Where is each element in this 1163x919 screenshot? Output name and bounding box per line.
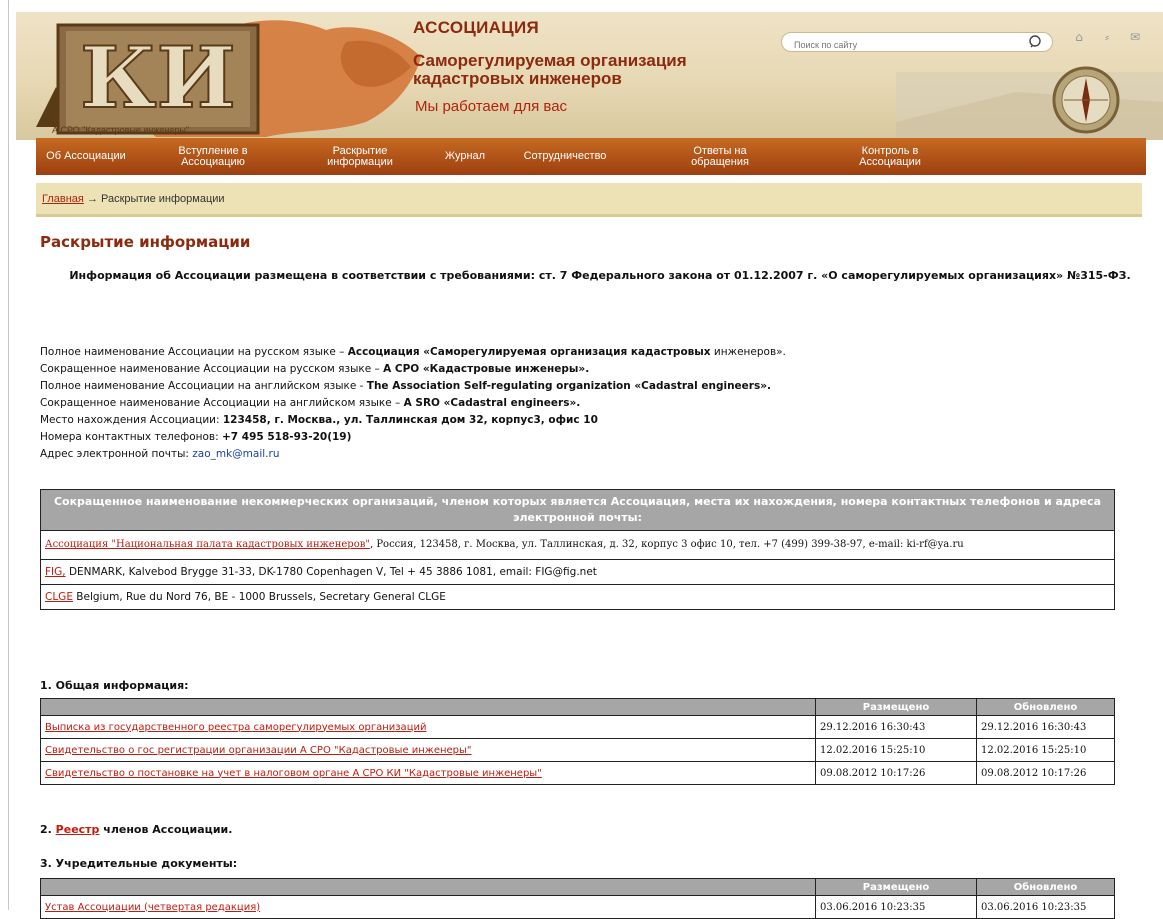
org-link[interactable]: FIG,: [45, 566, 66, 578]
breadcrumb-separator: →: [86, 193, 98, 205]
section-registry: 2. Реестр членов Ассоциации.: [40, 823, 232, 836]
short-name-ru-value: А СРО «Кадастровые инженеры».: [383, 363, 590, 375]
search-input[interactable]: [792, 39, 1016, 51]
main-nav: Об Ассоциации Вступление в Ассоциацию Ра…: [36, 138, 1146, 175]
section-registry-prefix: 2.: [40, 823, 56, 836]
section-registry-suffix: членов Ассоциации.: [99, 823, 233, 836]
address-label: Место нахождения Ассоциации:: [40, 414, 223, 426]
email-label: Адрес электронной почты:: [40, 448, 193, 460]
col-updated: Обновлено: [976, 698, 1115, 716]
nav-item-disclosure[interactable]: Раскрытие информации: [290, 145, 430, 168]
mail-icon[interactable]: ✉: [1126, 30, 1144, 44]
table-row: Свидетельство о гос регистрации организа…: [40, 738, 1115, 762]
logo-caption: А СРО "Кадастровые инженеры": [52, 125, 190, 135]
org-link[interactable]: Ассоциация "Национальная палата кадастро…: [45, 539, 370, 550]
org-details: , Россия, 123458, г. Москва, ул. Таллинс…: [369, 539, 964, 550]
col-document: [40, 698, 816, 716]
document-link[interactable]: Устав Ассоциации (четвертая редакция): [45, 902, 260, 913]
page-left-border: [8, 0, 9, 910]
registry-link[interactable]: Реестр: [56, 823, 100, 836]
placed-date: 29.12.2016 16:30:43: [815, 715, 977, 739]
compass-decoration: [896, 66, 1163, 140]
page-title: Раскрытие информации: [40, 233, 251, 251]
org-details: Belgium, Rue du Nord 76, BE - 1000 Bruss…: [72, 591, 446, 603]
short-name-ru-label: Сокращенное наименование Ассоциации на р…: [40, 363, 384, 375]
general-docs-table: Размещено Обновлено Выписка из государст…: [40, 698, 1115, 785]
table-row: CLGE Belgium, Rue du Nord 76, BE - 1000 …: [40, 584, 1115, 610]
document-link[interactable]: Свидетельство о гос регистрации организа…: [45, 745, 472, 756]
full-name-ru-label: Полное наименование Ассоциации на русско…: [40, 346, 348, 358]
document-link[interactable]: Свидетельство о постановке на учет в нал…: [45, 768, 542, 779]
breadcrumb: Главная → Раскрытие информации: [36, 183, 1142, 217]
col-placed: Размещено: [815, 698, 977, 716]
short-name-ru: Сокращенное наименование Ассоциации на р…: [40, 361, 786, 378]
col-updated: Обновлено: [976, 878, 1115, 896]
document-link[interactable]: Выписка из государственного реестра само…: [45, 722, 427, 733]
col-placed: Размещено: [815, 878, 977, 896]
association-info: Полное наименование Ассоциации на русско…: [40, 344, 786, 463]
short-name-en-label: Сокращенное наименование Ассоциации на а…: [40, 397, 404, 409]
home-icon[interactable]: ⌂: [1070, 30, 1088, 44]
header-icons: ⌂ ⸗ ✉: [1070, 30, 1144, 44]
phone-label: Номера контактных телефонов:: [40, 431, 222, 443]
table-row: Выписка из государственного реестра само…: [40, 715, 1115, 739]
placed-date: 03.06.2016 10:23:35: [815, 895, 977, 919]
table-row: FIG, DENMARK, Kalvebod Brygge 31-33, DK-…: [40, 559, 1115, 585]
memberships-table-header: Сокращенное наименование некоммерческих …: [40, 489, 1115, 531]
full-name-en: Полное наименование Ассоциации на англий…: [40, 378, 786, 395]
table-row: Свидетельство о постановке на учет в нал…: [40, 761, 1115, 785]
updated-date: 09.08.2012 10:17:26: [976, 761, 1115, 785]
site-header: КИ А СРО "Кадастровые инженеры" АССОЦИАЦ…: [16, 12, 1163, 140]
table-row: Ассоциация "Национальная палата кадастро…: [40, 530, 1115, 560]
full-name-ru-tail: инженеров».: [710, 346, 786, 358]
site-slogan: Мы работаем для вас: [415, 98, 568, 115]
search-icon[interactable]: [1028, 34, 1044, 50]
intro-text: Информация об Ассоциации размещена в соо…: [69, 269, 1131, 282]
sitemap-icon[interactable]: ⸗: [1098, 30, 1116, 44]
phone: Номера контактных телефонов: +7 495 518-…: [40, 429, 786, 446]
email-link[interactable]: zao_mk@mail.ru: [192, 448, 279, 460]
org-details: DENMARK, Kalvebod Brygge 31-33, DK-1780 …: [65, 566, 597, 578]
founding-docs-table: Размещено Обновлено Устав Ассоциации (че…: [40, 878, 1115, 919]
section-general-title: 1. Общая информация:: [40, 679, 189, 692]
memberships-table: Сокращенное наименование некоммерческих …: [40, 489, 1115, 610]
full-name-ru: Полное наименование Ассоциации на русско…: [40, 344, 786, 361]
full-name-en-label: Полное наименование Ассоциации на англий…: [40, 380, 367, 392]
nav-item-responses[interactable]: Ответы на обращения: [630, 145, 810, 168]
address-value: 123458, г. Москва., ул. Таллинская дом 3…: [222, 414, 598, 426]
logo-text: КИ: [80, 28, 236, 127]
short-name-en-value: A SRO «Cadastral engineers».: [403, 397, 581, 409]
updated-date: 12.02.2016 15:25:10: [976, 738, 1115, 762]
nav-item-join[interactable]: Вступление в Ассоциацию: [136, 145, 290, 168]
email: Адрес электронной почты: zao_mk@mail.ru: [40, 446, 786, 463]
full-name-ru-value: Ассоциация «Саморегулируемая организация…: [347, 346, 711, 358]
site-title: АССОЦИАЦИЯ: [413, 18, 539, 37]
col-document: [40, 878, 816, 896]
placed-date: 09.08.2012 10:17:26: [815, 761, 977, 785]
short-name-en: Сокращенное наименование Ассоциации на а…: [40, 395, 786, 412]
phone-value: +7 495 518-93-20(19): [222, 431, 352, 443]
org-link[interactable]: CLGE: [45, 591, 73, 603]
breadcrumb-current: Раскрытие информации: [101, 193, 225, 205]
nav-item-about[interactable]: Об Ассоциации: [36, 151, 136, 162]
table-row: Устав Ассоциации (четвертая редакция) 03…: [40, 895, 1115, 919]
placed-date: 12.02.2016 15:25:10: [815, 738, 977, 762]
nav-item-cooperation[interactable]: Сотрудничество: [500, 151, 630, 162]
updated-date: 29.12.2016 16:30:43: [976, 715, 1115, 739]
nav-item-journal[interactable]: Журнал: [430, 151, 500, 162]
search-box: [781, 32, 1053, 52]
nav-item-control[interactable]: Контроль в Ассоциации: [810, 145, 970, 168]
full-name-en-value: The Association Self-regulating organiza…: [366, 380, 771, 392]
section-founding-title: 3. Учредительные документы:: [40, 857, 238, 870]
address: Место нахождения Ассоциации: 123458, г. …: [40, 412, 786, 429]
logo[interactable]: КИ: [36, 17, 276, 139]
updated-date: 03.06.2016 10:23:35: [976, 895, 1115, 919]
site-subtitle: Саморегулируемая организация кадастровых…: [413, 51, 687, 88]
breadcrumb-home-link[interactable]: Главная: [42, 193, 84, 205]
